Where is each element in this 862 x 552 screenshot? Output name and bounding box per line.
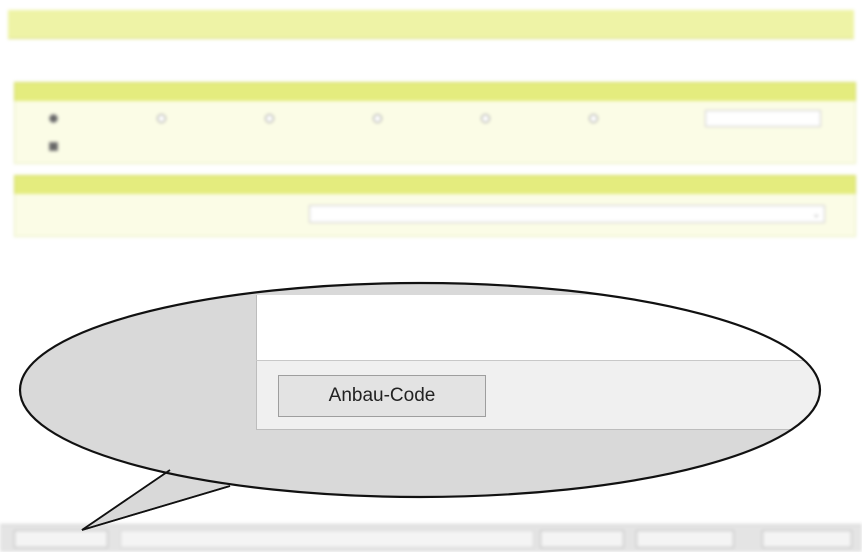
magnifier-outline (18, 281, 822, 531)
